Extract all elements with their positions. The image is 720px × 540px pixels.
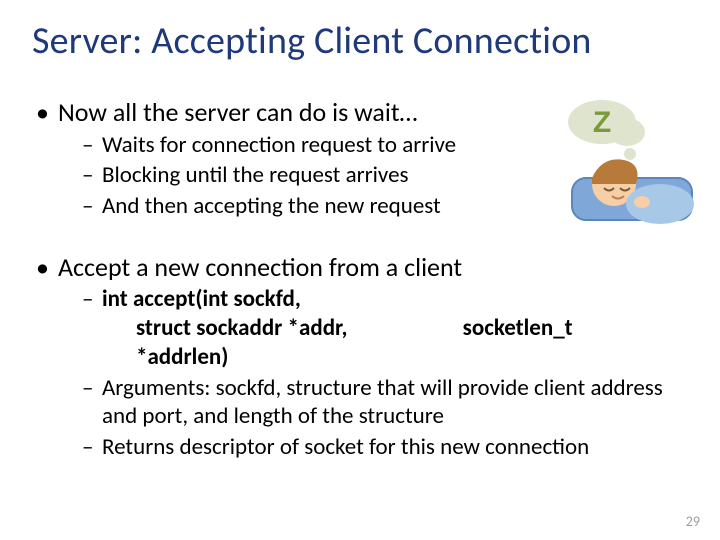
sleep-icon: Z [542,92,702,232]
sig-line2: struct sockaddr *addr, socketlen_t [102,314,696,343]
sig-line2-left: struct sockaddr *addr, [136,314,347,342]
sub-returns: Returns descriptor of socket for this ne… [82,433,696,462]
slide-title: Server: Accepting Client Connection [32,22,700,62]
sub-signature: int accept(int sockfd, struct sockaddr *… [82,285,696,371]
sleep-illustration: Z [542,92,702,232]
sig-line1: int accept(int sockfd, [102,285,696,314]
bullet-wait-text: Now all the server can do is wait… [58,96,418,128]
z-letter: Z [593,106,611,139]
sig-line2-right: socketlen_t [463,314,573,343]
page-number: 29 [686,513,700,530]
sig-line3: *addrlen) [102,343,696,372]
sub-arguments: Arguments: sockfd, structure that will p… [82,374,696,432]
slide: Server: Accepting Client Connection Now … [0,0,720,540]
bullet-accept-text: Accept a new connection from a client [58,251,462,283]
bullet-accept: Accept a new connection from a client in… [36,251,696,462]
